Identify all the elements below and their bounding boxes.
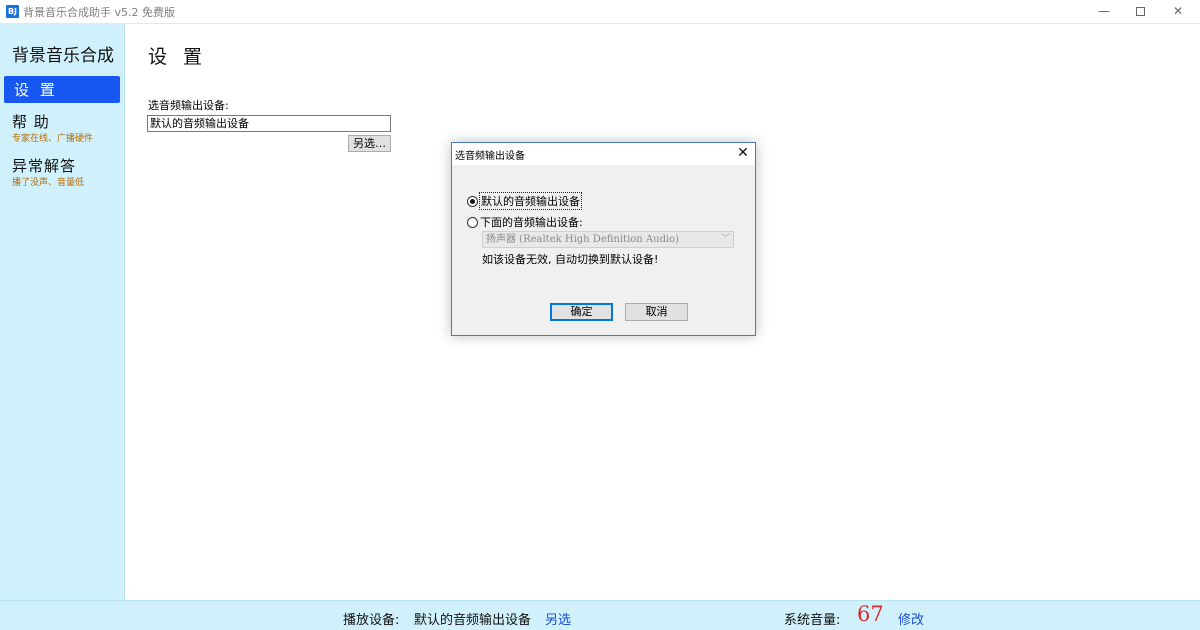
ok-button[interactable]: 确定 <box>550 303 613 321</box>
app-window: BJ 背景音乐合成助手 v5.2 免费版 — ✕ 背景音乐合成 设 置 帮 助 … <box>0 0 1200 630</box>
volume-modify-link[interactable]: 修改 <box>898 609 924 628</box>
sidebar-item-label: 帮 助 <box>12 113 50 131</box>
device-select[interactable]: 扬声器 (Realtek High Definition Audio) ﹀ <box>482 231 734 248</box>
page-title: 设 置 <box>148 46 208 68</box>
window-title: 背景音乐合成助手 v5.2 免费版 <box>23 6 175 19</box>
volume-label: 系统音量: <box>784 613 841 628</box>
radio-label: 下面的音频输出设备: <box>480 216 583 229</box>
sidebar-item-help[interactable]: 帮 助 专家在线、广播硬件 <box>12 111 93 144</box>
sidebar-app-name: 背景音乐合成 <box>12 46 114 66</box>
chevron-down-icon: ﹀ <box>720 234 730 244</box>
radio-label: 默认的音频输出设备 <box>479 192 582 210</box>
status-bar: 播放设备: 默认的音频输出设备 另选 系统音量: 67 修改 <box>0 600 1200 630</box>
app-icon: BJ <box>6 5 19 18</box>
sidebar-item-label: 设 置 <box>14 81 58 99</box>
radio-unchecked-icon <box>467 216 478 228</box>
device-select-value: 扬声器 (Realtek High Definition Audio) <box>486 234 680 245</box>
dialog-title: 选音频输出设备 <box>455 151 525 162</box>
radio-default-device[interactable]: 默认的音频输出设备 <box>467 192 582 210</box>
minimize-button[interactable]: — <box>1086 0 1122 24</box>
play-device-change-link[interactable]: 另选 <box>545 609 571 628</box>
sidebar-item-sublabel: 专家在线、广播硬件 <box>12 134 94 144</box>
select-output-device-dialog: 选音频输出设备 ✕ 默认的音频输出设备 下面的音频输出设备: 扬声器 (Real… <box>451 142 756 336</box>
radio-checked-icon <box>467 195 478 207</box>
dialog-title-bar: 选音频输出设备 ✕ <box>452 143 755 165</box>
volume-value: 67 <box>857 602 884 626</box>
output-device-label: 选音频输出设备: <box>148 99 229 112</box>
dialog-note: 如该设备无效, 自动切换到默认设备! <box>482 253 659 266</box>
browse-device-button[interactable]: 另选… <box>348 135 391 152</box>
sidebar-item-sublabel: 播了没声、音量低 <box>12 178 85 188</box>
play-device-label: 播放设备: <box>343 613 400 628</box>
radio-specific-device[interactable]: 下面的音频输出设备: <box>467 214 583 230</box>
sidebar-item-settings[interactable]: 设 置 <box>4 76 120 103</box>
dialog-close-button[interactable]: ✕ <box>734 144 752 162</box>
close-window-button[interactable]: ✕ <box>1160 0 1196 24</box>
maximize-button[interactable] <box>1122 0 1158 24</box>
output-device-field[interactable]: 默认的音频输出设备 <box>147 115 391 132</box>
title-bar: BJ 背景音乐合成助手 v5.2 免费版 — ✕ <box>0 0 1200 24</box>
play-device-value: 默认的音频输出设备 <box>414 613 532 628</box>
sidebar-item-faq[interactable]: 异常解答 播了没声、音量低 <box>12 155 84 188</box>
sidebar-item-label: 异常解答 <box>12 157 77 175</box>
cancel-button[interactable]: 取消 <box>625 303 688 321</box>
sidebar: 背景音乐合成 设 置 帮 助 专家在线、广播硬件 异常解答 播了没声、音量低 <box>0 24 125 600</box>
maximize-icon <box>1135 7 1145 16</box>
